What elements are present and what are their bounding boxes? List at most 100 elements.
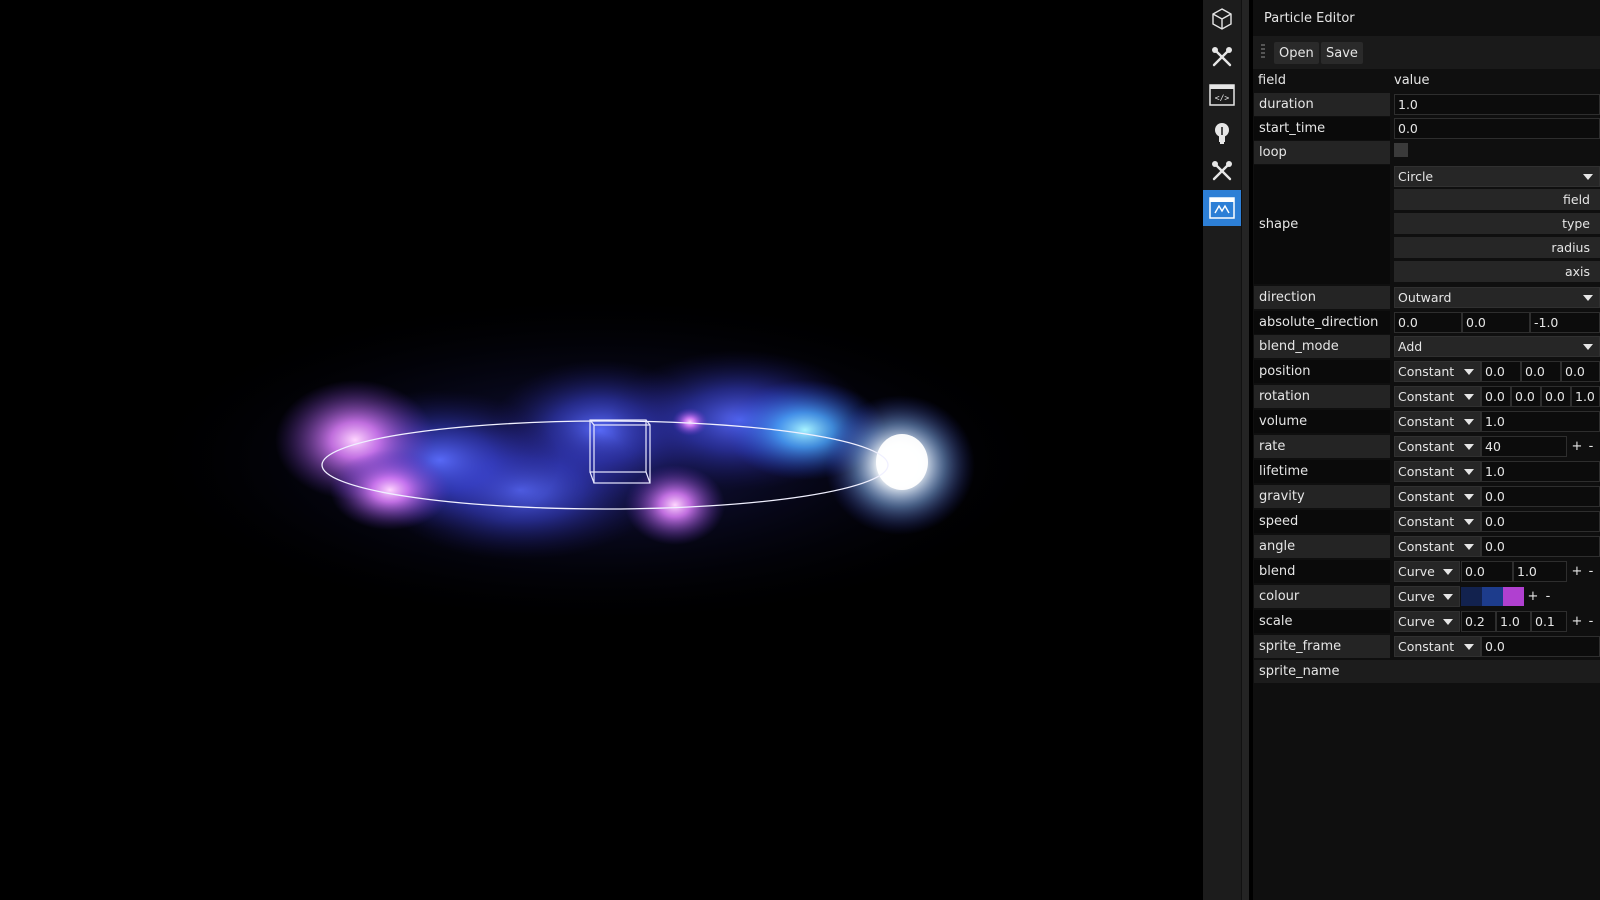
code-icon[interactable]: </> — [1203, 77, 1241, 113]
shape-dropdown[interactable]: Circle — [1394, 166, 1600, 187]
gravity-mode-dropdown[interactable]: Constant — [1394, 486, 1481, 507]
scale-key-2[interactable]: 0.1 — [1531, 611, 1567, 632]
colour-minus-button[interactable]: - — [1541, 586, 1555, 607]
chevron-down-icon — [1583, 174, 1593, 180]
sprite-frame-mode-dropdown[interactable]: Constant — [1394, 636, 1481, 657]
lifetime-input[interactable]: 1.0 — [1481, 461, 1600, 482]
lifetime-mode-dropdown[interactable]: Constant — [1394, 461, 1481, 482]
duration-label: duration — [1254, 93, 1390, 116]
tools-icon[interactable] — [1203, 39, 1241, 75]
scale-key-1[interactable]: 1.0 — [1496, 611, 1531, 632]
rotation-z[interactable]: 0.0 — [1541, 386, 1571, 407]
position-label: position — [1254, 360, 1390, 383]
colour-swatch-2[interactable] — [1503, 587, 1524, 606]
rotation-row: rotation Constant 0.0 0.0 0.0 1.0 — [1254, 385, 1600, 409]
blend-mode-row: blend_mode Add — [1254, 335, 1600, 359]
sprite-frame-input[interactable]: 0.0 — [1481, 636, 1600, 657]
gravity-label: gravity — [1254, 485, 1390, 508]
rotation-label: rotation — [1254, 385, 1390, 408]
colour-mode-select[interactable]: Curve — [1394, 586, 1460, 607]
loop-checkbox[interactable] — [1394, 143, 1408, 157]
blend-minus-button[interactable]: - — [1584, 561, 1598, 582]
chevron-down-icon — [1464, 469, 1474, 475]
direction-row: direction Outward — [1254, 286, 1600, 310]
blend-key-0[interactable]: 0.0 — [1461, 561, 1513, 582]
volume-mode: Constant — [1398, 414, 1455, 429]
chevron-down-icon — [1583, 344, 1593, 350]
start-time-input[interactable]: 0.0 — [1394, 118, 1600, 139]
panel-toolbar: Open Save — [1253, 36, 1600, 69]
scale-mode-select[interactable]: Curve — [1394, 611, 1460, 632]
lifetime-label: lifetime — [1254, 460, 1390, 483]
chevron-down-icon — [1464, 419, 1474, 425]
position-z[interactable]: 0.0 — [1561, 361, 1600, 382]
rotation-x[interactable]: 0.0 — [1481, 386, 1511, 407]
colour-curve-mode: Curve — [1398, 589, 1435, 604]
chevron-down-icon — [1464, 369, 1474, 375]
colour-plus-button[interactable]: + — [1526, 586, 1540, 607]
absolute-direction-z[interactable]: -1.0 — [1530, 312, 1600, 333]
lightbulb-icon[interactable] — [1203, 115, 1241, 151]
scale-plus-button[interactable]: + — [1570, 611, 1584, 632]
colour-swatch-1[interactable] — [1482, 587, 1503, 606]
scene-viewport[interactable] — [0, 0, 1203, 900]
gravity-input[interactable]: 0.0 — [1481, 486, 1600, 507]
direction-label: direction — [1254, 286, 1390, 309]
absolute-direction-x[interactable]: 0.0 — [1394, 312, 1462, 333]
shape-value: Circle — [1398, 169, 1434, 184]
sprite-name-label: sprite_name — [1254, 660, 1600, 683]
chevron-down-icon — [1464, 444, 1474, 450]
tools-icon[interactable] — [1203, 153, 1241, 189]
rotation-mode-dropdown[interactable]: Constant — [1394, 386, 1481, 407]
blend-mode-label: blend_mode — [1254, 335, 1390, 358]
duration-input[interactable]: 1.0 — [1394, 94, 1600, 115]
particle-editor-panel: Particle Editor Open Save field value du… — [1253, 0, 1600, 900]
position-x[interactable]: 0.0 — [1481, 361, 1521, 382]
chevron-down-icon — [1443, 569, 1453, 575]
colour-swatch-0[interactable] — [1461, 587, 1482, 606]
shape-sub-type: type — [1394, 213, 1600, 234]
blend-plus-button[interactable]: + — [1570, 561, 1584, 582]
sprite-frame-label: sprite_frame — [1254, 635, 1390, 658]
particle-editor-icon[interactable] — [1203, 190, 1241, 226]
scale-minus-button[interactable]: - — [1584, 611, 1598, 632]
rate-minus-button[interactable]: - — [1584, 436, 1598, 457]
rate-mode: Constant — [1398, 439, 1455, 454]
volume-mode-dropdown[interactable]: Constant — [1394, 411, 1481, 432]
rate-mode-dropdown[interactable]: Constant — [1394, 436, 1481, 457]
rotation-w[interactable]: 1.0 — [1571, 386, 1600, 407]
absolute-direction-y[interactable]: 0.0 — [1462, 312, 1530, 333]
scale-key-0[interactable]: 0.2 — [1461, 611, 1496, 632]
rotation-y[interactable]: 0.0 — [1511, 386, 1541, 407]
position-mode-dropdown[interactable]: Constant — [1394, 361, 1481, 382]
grip-icon[interactable] — [1261, 44, 1265, 60]
sprite-name-row: sprite_name — [1254, 660, 1600, 684]
direction-dropdown[interactable]: Outward — [1394, 287, 1600, 308]
chevron-down-icon — [1464, 644, 1474, 650]
panel-splitter[interactable] — [1241, 0, 1249, 900]
position-y[interactable]: 0.0 — [1521, 361, 1561, 382]
cube-icon[interactable] — [1203, 1, 1241, 37]
speed-mode-dropdown[interactable]: Constant — [1394, 511, 1481, 532]
start-time-row: start_time 0.0 — [1254, 117, 1600, 141]
rate-input[interactable]: 40 — [1481, 436, 1567, 457]
rate-label: rate — [1254, 435, 1390, 458]
blend-key-1[interactable]: 1.0 — [1513, 561, 1567, 582]
angle-input[interactable]: 0.0 — [1481, 536, 1600, 557]
blend-mode-value: Add — [1398, 339, 1423, 354]
save-button[interactable]: Save — [1321, 42, 1363, 64]
scale-curve-mode: Curve — [1398, 614, 1435, 629]
rate-plus-button[interactable]: + — [1570, 436, 1584, 457]
blend-row: blend Curve 0.0 1.0 + - — [1254, 560, 1600, 584]
position-row: position Constant 0.0 0.0 0.0 — [1254, 360, 1600, 384]
absolute-direction-row: absolute_direction 0.0 0.0 -1.0 — [1254, 311, 1600, 335]
volume-input[interactable]: 1.0 — [1481, 411, 1600, 432]
field-column-header: field — [1258, 73, 1287, 88]
blend-mode-dropdown[interactable]: Add — [1394, 336, 1600, 357]
loop-label: loop — [1254, 141, 1390, 164]
blend-mode-select[interactable]: Curve — [1394, 561, 1460, 582]
angle-mode-dropdown[interactable]: Constant — [1394, 536, 1481, 557]
open-button[interactable]: Open — [1274, 42, 1319, 64]
chevron-down-icon — [1443, 594, 1453, 600]
speed-input[interactable]: 0.0 — [1481, 511, 1600, 532]
